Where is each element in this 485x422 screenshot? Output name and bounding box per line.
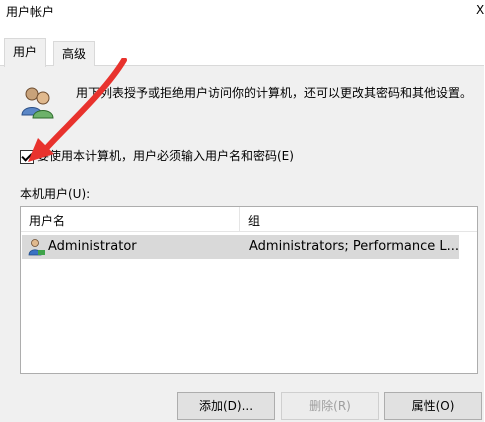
column-username[interactable]: 用户名 — [29, 212, 65, 229]
local-users-label: 本机用户(U): — [20, 187, 91, 201]
window-title: 用户帐户 — [6, 5, 55, 19]
properties-button[interactable]: 属性(O) — [384, 392, 482, 420]
user-name-cell: Administrator — [48, 239, 137, 254]
close-button[interactable]: X — [476, 3, 484, 17]
remove-button[interactable]: 删除(R) — [281, 392, 379, 420]
user-group-cell: Administrators; Performance L... — [249, 239, 460, 254]
description-text: 用下列表授予或拒绝用户访问你的计算机，还可以更改其密码和其他设置。 — [76, 86, 473, 100]
tab-users[interactable]: 用户 — [4, 38, 47, 67]
annotation-arrow-icon — [28, 58, 127, 162]
column-divider[interactable] — [239, 207, 240, 231]
users-list[interactable]: 用户名 组 Administrator Administrators; Perf… — [20, 206, 478, 374]
column-group[interactable]: 组 — [248, 212, 260, 229]
list-header: 用户名 组 — [21, 207, 477, 232]
add-button[interactable]: 添加(D)... — [177, 392, 275, 420]
user-icon — [28, 239, 45, 256]
table-row[interactable]: Administrator Administrators; Performanc… — [22, 235, 459, 259]
